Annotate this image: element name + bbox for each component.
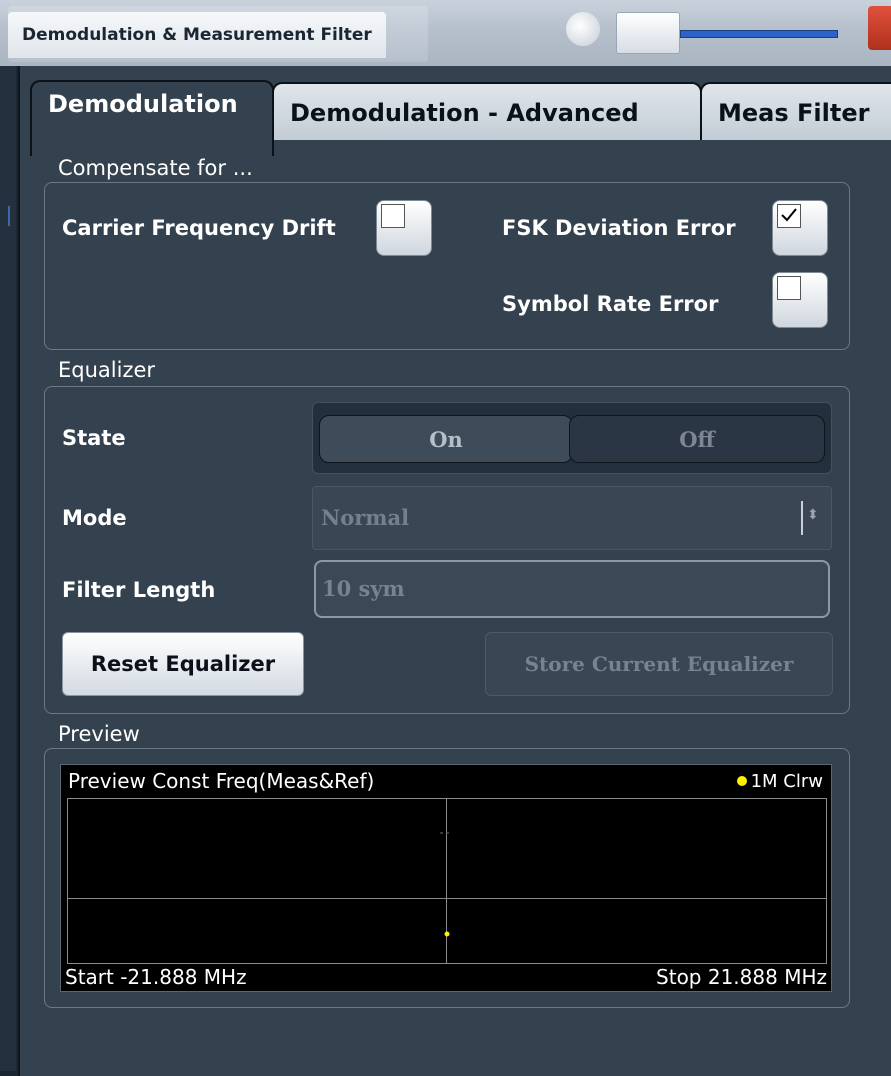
- preview-stop-frequency: Stop 21.888 MHz: [656, 965, 827, 989]
- transparency-slider-handle[interactable]: [616, 12, 680, 54]
- compensate-section-label: Compensate for ...: [58, 156, 253, 180]
- preview-start-frequency: Start -21.888 MHz: [65, 965, 247, 989]
- equalizer-mode-label: Mode: [62, 506, 127, 530]
- filter-length-input[interactable]: 10 sym: [314, 560, 830, 618]
- carrier-frequency-drift-checkbox[interactable]: [376, 200, 432, 256]
- dialog-body: Demodulation - Advanced Meas Filter Demo…: [18, 66, 891, 1076]
- reset-equalizer-button[interactable]: Reset Equalizer: [62, 632, 304, 696]
- checkbox-box-icon: [381, 204, 405, 228]
- transparency-slider-track[interactable]: [680, 30, 838, 38]
- transparency-knob-icon[interactable]: [566, 12, 600, 46]
- symbol-rate-error-label: Symbol Rate Error: [502, 292, 719, 316]
- close-button[interactable]: [868, 6, 891, 50]
- preview-diagram: Preview Const Freq(Meas&Ref) 1M Clrw Sta…: [60, 764, 832, 992]
- window-title: Demodulation & Measurement Filter: [8, 12, 386, 58]
- equalizer-state-label: State: [62, 426, 126, 450]
- equalizer-mode-value: Normal: [321, 505, 410, 530]
- title-bar: Demodulation & Measurement Filter: [0, 0, 891, 66]
- fsk-deviation-error-label: FSK Deviation Error: [502, 216, 736, 240]
- up-down-arrow-icon: ⬍: [807, 507, 819, 523]
- dropdown-separator: [801, 501, 803, 535]
- tab-meas-filter[interactable]: Meas Filter: [700, 82, 891, 140]
- preview-plot-area: [67, 798, 827, 964]
- store-current-equalizer-button[interactable]: Store Current Equalizer: [485, 632, 833, 696]
- equalizer-state-on-button[interactable]: On: [319, 415, 573, 463]
- preview-trace-plot: [440, 832, 452, 937]
- background-marker: [8, 206, 10, 226]
- equalizer-state-off-button[interactable]: Off: [569, 415, 825, 463]
- checkbox-box-icon: [777, 276, 801, 300]
- fsk-deviation-error-checkbox[interactable]: [772, 200, 828, 256]
- equalizer-state-toggle: On Off: [312, 402, 832, 474]
- compensate-group: [44, 182, 850, 350]
- checkmark-icon: [777, 204, 801, 228]
- tab-demodulation[interactable]: Demodulation: [30, 80, 274, 156]
- trace-dot-icon: [736, 776, 747, 786]
- preview-trace-label: 1M Clrw: [750, 771, 823, 792]
- equalizer-mode-dropdown[interactable]: Normal ⬍: [312, 486, 832, 550]
- equalizer-section-label: Equalizer: [58, 358, 156, 382]
- carrier-frequency-drift-label: Carrier Frequency Drift: [62, 216, 336, 240]
- background-window-edge: [0, 66, 16, 1071]
- trace-point: [444, 931, 450, 937]
- preview-section-label: Preview: [58, 722, 140, 746]
- tab-demodulation-advanced[interactable]: Demodulation - Advanced: [272, 82, 702, 140]
- filter-length-label: Filter Length: [62, 578, 216, 602]
- preview-diagram-title: Preview Const Freq(Meas&Ref): [68, 769, 375, 793]
- preview-trace-indicator: 1M Clrw: [736, 771, 823, 792]
- symbol-rate-error-checkbox[interactable]: [772, 272, 828, 328]
